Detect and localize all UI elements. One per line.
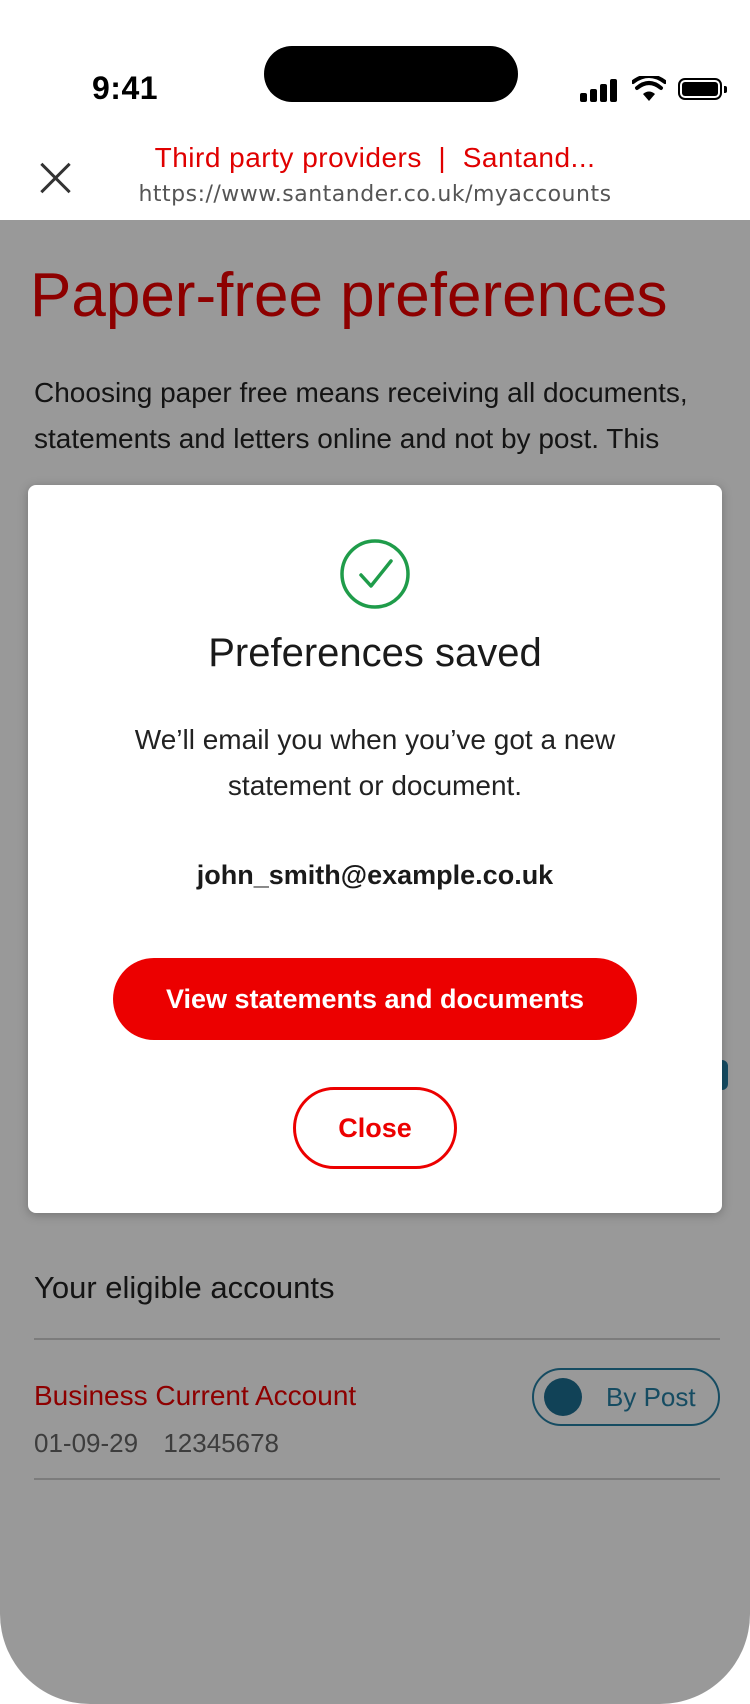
cellular-signal-icon [580,78,620,102]
preferences-saved-dialog: Preferences saved We’ll email you when y… [28,485,722,1213]
battery-icon [678,78,727,100]
browser-page-title: Third party providers | Santand... [154,142,596,173]
browser-url: https://www.santander.co.uk/myaccounts [138,182,612,207]
status-time: 9:41 [92,70,159,106]
dialog-title: Preferences saved [208,631,542,675]
status-icons [580,76,730,106]
phone-screen: 9:41 Third party providers | Santand... … [0,0,750,1704]
status-bar: 9:41 [0,0,750,130]
in-app-browser-bar: Third party providers | Santand... https… [0,130,750,220]
check-circle-icon [340,539,410,609]
dialog-message: We’ll email you when you’ve got a new st… [134,724,616,801]
dialog-email: john_smith@example.co.uk [196,860,554,890]
dynamic-island [264,46,518,102]
view-statements-button[interactable]: View statements and documents [113,958,637,1040]
close-button[interactable]: Close [293,1087,457,1169]
wifi-icon [632,76,666,101]
